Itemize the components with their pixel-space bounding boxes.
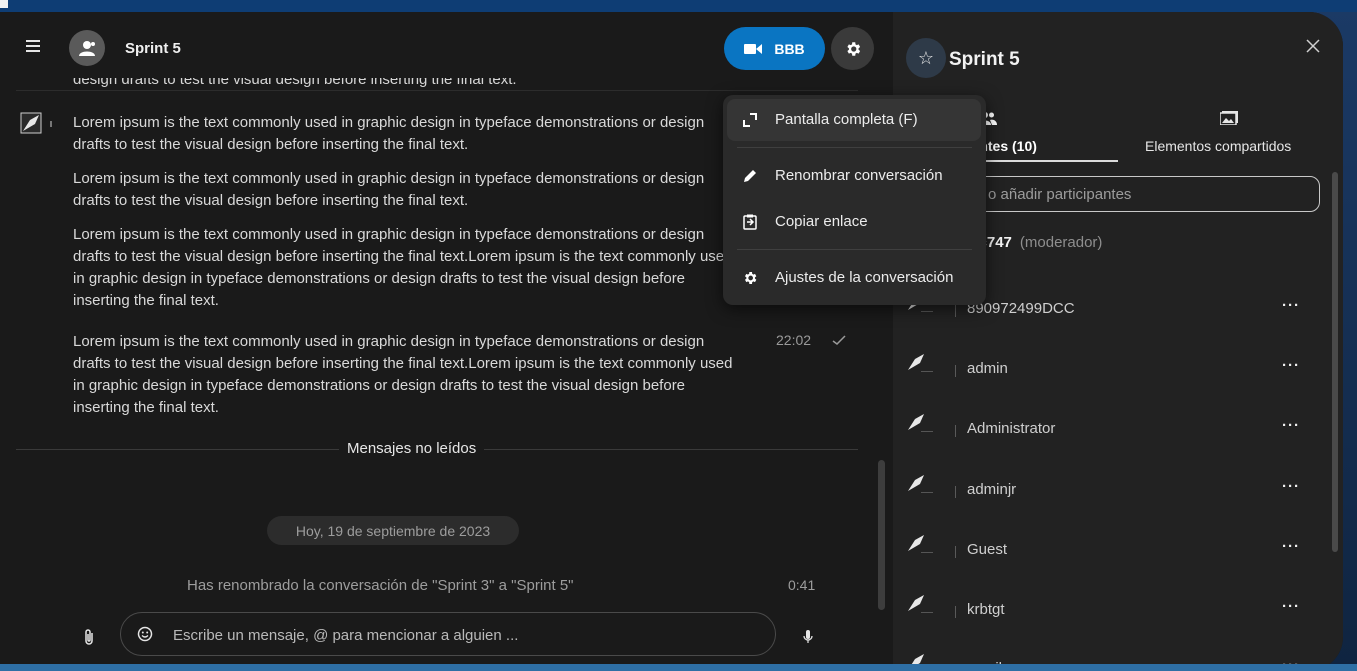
participant-item[interactable]: adminjr ··· bbox=[893, 464, 1323, 524]
message-text: Lorem ipsum is the text commonly used in… bbox=[73, 114, 705, 153]
unread-label: Mensajes no leídos bbox=[339, 440, 485, 457]
avatar-tick bbox=[921, 552, 933, 553]
message-input-wrapper bbox=[120, 612, 776, 656]
moderator-role: (moderador) bbox=[1019, 234, 1103, 251]
more-options-icon[interactable]: ··· bbox=[1282, 297, 1300, 314]
participant-item[interactable]: Administrator ··· bbox=[893, 403, 1323, 463]
chat-scrollbar[interactable] bbox=[878, 460, 885, 610]
participant-name: Administrator bbox=[967, 420, 1056, 437]
separator bbox=[955, 305, 956, 317]
broken-image-icon[interactable] bbox=[20, 112, 42, 134]
avatar-tick bbox=[921, 311, 933, 312]
conversation-settings-button[interactable] bbox=[831, 27, 874, 70]
participant-name: adminjr bbox=[967, 481, 1017, 498]
more-options-icon[interactable]: ··· bbox=[1282, 478, 1300, 495]
menu-item-rename[interactable]: Renombrar conversación bbox=[727, 155, 981, 197]
separator bbox=[955, 486, 956, 498]
broken-image-icon bbox=[905, 532, 927, 554]
avatar-tick bbox=[921, 612, 933, 613]
check-icon bbox=[831, 332, 847, 348]
participant-name: krbtgt bbox=[967, 601, 1005, 618]
message-time: 22:02 bbox=[776, 332, 812, 348]
more-options-icon[interactable]: ··· bbox=[1282, 598, 1300, 615]
close-icon[interactable] bbox=[1305, 38, 1321, 54]
moderator-entry[interactable]: elc747 (moderador) bbox=[966, 234, 1102, 251]
participant-name: admin bbox=[967, 360, 1008, 377]
conversation-title[interactable]: Sprint 5 bbox=[125, 40, 181, 57]
broken-image-icon bbox=[905, 592, 927, 614]
group-icon bbox=[79, 41, 95, 56]
app-window: Sprint 5 BBB design drafts to test the v… bbox=[0, 12, 1343, 671]
more-options-icon[interactable]: ··· bbox=[1282, 538, 1300, 555]
separator bbox=[955, 546, 956, 558]
gear-icon bbox=[846, 41, 860, 56]
menu-item-fullscreen[interactable]: Pantalla completa (F) bbox=[727, 99, 981, 141]
tab-shared-label: Elementos compartidos bbox=[1145, 138, 1292, 154]
more-options-icon[interactable]: ··· bbox=[1282, 357, 1300, 374]
broken-image-icon bbox=[905, 351, 927, 373]
separator bbox=[955, 606, 956, 618]
clipboard-icon bbox=[741, 213, 759, 231]
add-participants-input[interactable] bbox=[933, 176, 1320, 212]
hamburger-menu-icon[interactable] bbox=[20, 34, 46, 58]
avatar-tick bbox=[921, 492, 933, 493]
microphone-icon[interactable] bbox=[800, 626, 816, 648]
video-call-button[interactable]: BBB bbox=[724, 27, 825, 70]
participant-item[interactable]: Guest ··· bbox=[893, 524, 1323, 584]
menu-item-label: Ajustes de la conversación bbox=[775, 269, 954, 286]
broken-image-icon bbox=[905, 472, 927, 494]
participant-item[interactable]: krbtgt ··· bbox=[893, 584, 1323, 644]
call-button-label: BBB bbox=[774, 40, 805, 57]
group-avatar[interactable] bbox=[69, 30, 105, 66]
menu-divider bbox=[737, 249, 972, 250]
sidebar-title: Sprint 5 bbox=[949, 49, 1020, 70]
menu-divider bbox=[737, 147, 972, 148]
message-text: Lorem ipsum is the text commonly used in… bbox=[73, 170, 705, 209]
more-options-icon[interactable]: ··· bbox=[1282, 417, 1300, 434]
system-message: Has renombrado la conversación de "Sprin… bbox=[187, 577, 574, 594]
system-message-time: 0:41 bbox=[788, 577, 816, 593]
message-text: Lorem ipsum is the text commonly used in… bbox=[73, 226, 733, 309]
favorite-star-icon[interactable]: ☆ bbox=[906, 38, 946, 78]
conversation-options-menu: Pantalla completa (F) Renombrar conversa… bbox=[723, 95, 986, 305]
window-tab bbox=[0, 0, 8, 8]
top-strip bbox=[0, 0, 1357, 12]
divider bbox=[16, 90, 858, 91]
message-input[interactable] bbox=[173, 625, 753, 645]
broken-image-icon bbox=[905, 411, 927, 433]
menu-item-conversation-settings[interactable]: Ajustes de la conversación bbox=[727, 257, 981, 299]
avatar-tick bbox=[921, 371, 933, 372]
video-camera-icon bbox=[744, 43, 763, 54]
participant-name: 890972499DCC bbox=[967, 300, 1075, 317]
date-separator: Hoy, 19 de septiembre de 2023 bbox=[267, 516, 519, 545]
separator bbox=[955, 425, 956, 437]
menu-item-label: Renombrar conversación bbox=[775, 167, 943, 184]
emoji-icon[interactable] bbox=[136, 625, 154, 643]
image-gallery-icon bbox=[1219, 110, 1239, 126]
window-bottom-edge bbox=[0, 664, 1357, 671]
pencil-icon bbox=[741, 167, 759, 185]
participant-name: Guest bbox=[967, 541, 1008, 558]
message-composer bbox=[0, 608, 893, 671]
sidebar-scrollbar[interactable] bbox=[1332, 172, 1338, 552]
avatar-tick bbox=[50, 121, 52, 127]
fullscreen-icon bbox=[741, 111, 759, 129]
chat-header: Sprint 5 BBB bbox=[0, 12, 893, 78]
message-text: Lorem ipsum is the text commonly used in… bbox=[73, 333, 733, 416]
separator bbox=[955, 365, 956, 377]
paperclip-icon[interactable] bbox=[80, 626, 98, 648]
menu-item-copy-link[interactable]: Copiar enlace bbox=[727, 201, 981, 243]
gear-icon bbox=[741, 269, 759, 287]
avatar-tick bbox=[921, 431, 933, 432]
participant-item[interactable]: admin ··· bbox=[893, 343, 1323, 403]
tab-shared-items[interactable]: Elementos compartidos bbox=[1133, 110, 1329, 162]
menu-item-label: Pantalla completa (F) bbox=[775, 111, 918, 128]
menu-item-label: Copiar enlace bbox=[775, 213, 868, 230]
